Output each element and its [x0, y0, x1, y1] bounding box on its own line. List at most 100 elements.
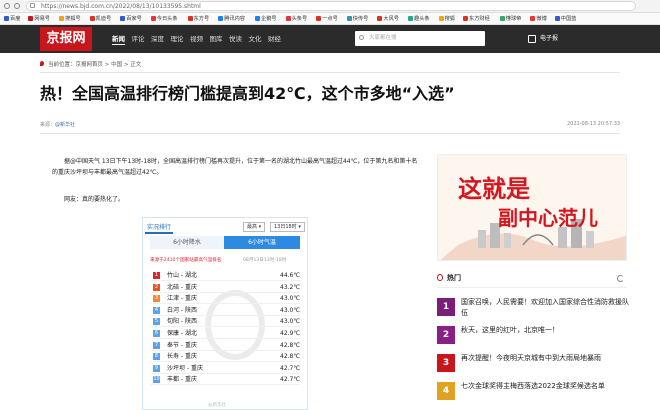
- bookmark-favicon-icon: [499, 16, 505, 21]
- tab-6h-temp[interactable]: 6小时气温: [224, 236, 300, 249]
- bookmark-favicon-icon: [463, 16, 468, 21]
- refresh-icon[interactable]: [14, 3, 20, 9]
- bookmark-item[interactable]: 东方财经: [463, 15, 490, 23]
- url-field[interactable]: https://news.bjd.com.cn/2022/08/13/10133…: [26, 1, 636, 11]
- nav-item[interactable]: 视频: [190, 33, 203, 45]
- max-temperature: 42.9℃: [280, 330, 301, 337]
- bookmark-item[interactable]: 懂球帝: [499, 15, 521, 23]
- hot-rank-badge: 1: [437, 298, 455, 316]
- bookmark-favicon-icon: [187, 16, 193, 21]
- divider: [40, 72, 620, 73]
- nav-item[interactable]: 图库: [210, 33, 223, 45]
- metric-select[interactable]: 最高 ▾: [243, 222, 266, 232]
- bookmark-favicon-icon: [255, 16, 260, 21]
- bookmark-item[interactable]: 网易号: [28, 15, 50, 23]
- nav-item[interactable]: 理论: [171, 33, 184, 45]
- nav-item[interactable]: 新闻: [112, 33, 125, 45]
- bookmark-favicon-icon: [316, 16, 322, 21]
- station-name: 长寿 - 重庆: [167, 353, 197, 361]
- station-name: 江津 - 重庆: [167, 295, 197, 303]
- rank-badge: 1: [153, 272, 160, 279]
- banner-line1: 这就是: [458, 174, 530, 203]
- tab-6h-rain[interactable]: 6小时降水: [150, 236, 224, 249]
- nav-item[interactable]: 财经: [268, 33, 281, 45]
- hot-news-link[interactable]: 国家召唤，人民需要！欢迎加入国家综合性消防救援队伍: [461, 297, 631, 319]
- bookmark-favicon-icon: [377, 16, 383, 21]
- refresh-icon[interactable]: [617, 275, 624, 282]
- flame-icon: [437, 274, 443, 281]
- max-temperature: 43.0℃: [280, 295, 301, 303]
- bookmark-favicon-icon: [120, 16, 126, 21]
- rank-badge: 7: [153, 341, 160, 349]
- hot-news-link[interactable]: 七次金球奖得主梅西落选2022金球奖候选名单: [461, 381, 631, 392]
- bookmark-item[interactable]: 中国蓝: [554, 15, 576, 23]
- ranking-row: 2 北碚 - 重庆 43.2℃: [150, 282, 300, 293]
- source-link[interactable]: @新华社: [55, 122, 75, 128]
- max-temperature: 42.8℃: [280, 353, 301, 361]
- bookmark-item[interactable]: 凯迪号: [89, 15, 111, 23]
- station-name: 丰都 - 重庆: [167, 376, 197, 384]
- site-logo[interactable]: 京报网: [40, 27, 92, 51]
- bookmark-item[interactable]: 搜狐: [438, 15, 455, 23]
- hot-rank-badge: 2: [437, 326, 455, 344]
- bookmark-item[interactable]: 趣头条: [408, 15, 430, 23]
- newspaper-icon: [528, 35, 536, 43]
- bookmark-item[interactable]: 百家号: [120, 15, 142, 23]
- promo-banner[interactable]: 这就是 副中心范儿: [437, 154, 627, 261]
- ranking-row: 7 奉节 - 重庆 42.8℃: [150, 340, 300, 351]
- article-source: 来源：@新华社: [40, 122, 76, 128]
- bookmark-item[interactable]: 今日头条: [150, 15, 178, 23]
- station-name: 奉节 - 重庆: [167, 341, 197, 349]
- image-caption: @新华社: [208, 403, 226, 408]
- max-temperature: 42.7℃: [280, 364, 301, 372]
- max-temperature: 43.0℃: [280, 318, 301, 326]
- nav-item[interactable]: 悦读: [229, 33, 242, 45]
- bookmark-item[interactable]: 快传号: [346, 15, 368, 23]
- bookmark-favicon-icon: [4, 16, 9, 21]
- ranking-row: 8 长寿 - 重庆 42.8℃: [150, 351, 301, 363]
- banner-line2: 副中心范儿: [498, 206, 598, 230]
- bookmark-favicon-icon: [408, 16, 413, 21]
- rank-badge: 4: [153, 306, 160, 314]
- bookmark-favicon-icon: [218, 16, 224, 21]
- epaper-link[interactable]: 电子报: [528, 33, 558, 45]
- rank-badge: 8: [153, 353, 160, 361]
- max-temperature: 43.2℃: [280, 283, 301, 291]
- bookmark-item[interactable]: 一点号: [316, 15, 338, 23]
- location-pin-icon: [40, 61, 44, 66]
- rank-badge: 5: [153, 318, 160, 326]
- bookmarks-bar: 百度 网易号 搜狐号 凯迪号 百家号 今日头条 东方号 腾讯内容 企鹅号 头条号 一点号 快传号 大风号…: [0, 13, 660, 25]
- site-header: [0, 25, 660, 53]
- bookmark-item[interactable]: 搜狐号: [59, 15, 81, 23]
- hot-news-link[interactable]: 秋天，这里的红叶，北京唯一！: [461, 325, 631, 336]
- article-date: 2022-08-13 20:57:33: [567, 121, 621, 127]
- bookmark-favicon-icon: [554, 16, 560, 21]
- bookmark-favicon-icon: [285, 16, 291, 21]
- bookmark-item[interactable]: 腾讯内容: [218, 15, 245, 23]
- bookmark-item[interactable]: 微博: [530, 15, 547, 23]
- rank-badge: 10: [153, 376, 160, 384]
- search-input[interactable]: 大家都在搜: [355, 31, 485, 46]
- back-icon[interactable]: [4, 3, 10, 9]
- bookmark-item[interactable]: 百度: [4, 15, 20, 23]
- hot-news-link[interactable]: 再次提醒！今夜明天京城有中到大雨局地暴雨: [461, 353, 631, 364]
- bookmark-favicon-icon: [150, 16, 156, 21]
- nav-item[interactable]: 深度: [151, 33, 164, 45]
- tab-live-ranking[interactable]: 实况排行: [145, 222, 174, 234]
- station-name: 白河 - 陕西: [167, 306, 197, 314]
- bookmark-item[interactable]: 企鹅号: [255, 15, 277, 23]
- nav-item[interactable]: 评论: [132, 33, 145, 45]
- time-select[interactable]: 13日18时 ▾: [270, 222, 305, 232]
- station-name: 旬阳 - 陕西: [167, 318, 197, 326]
- bookmark-item[interactable]: 大风号: [377, 15, 399, 23]
- nav-item[interactable]: 文化: [249, 33, 262, 45]
- rank-badge: 6: [153, 330, 160, 337]
- search-icon[interactable]: [359, 35, 364, 40]
- bookmark-item[interactable]: 头条号: [285, 15, 307, 23]
- ranking-row: 4 白河 - 陕西 43.0℃: [150, 305, 300, 316]
- ranking-row: 10 丰都 - 重庆 42.7℃: [150, 374, 300, 386]
- rank-badge: 9: [153, 364, 160, 372]
- station-name: 沙坪坝 - 重庆: [167, 364, 203, 372]
- max-temperature: 44.6℃: [280, 272, 301, 279]
- bookmark-item[interactable]: 东方号: [187, 15, 209, 23]
